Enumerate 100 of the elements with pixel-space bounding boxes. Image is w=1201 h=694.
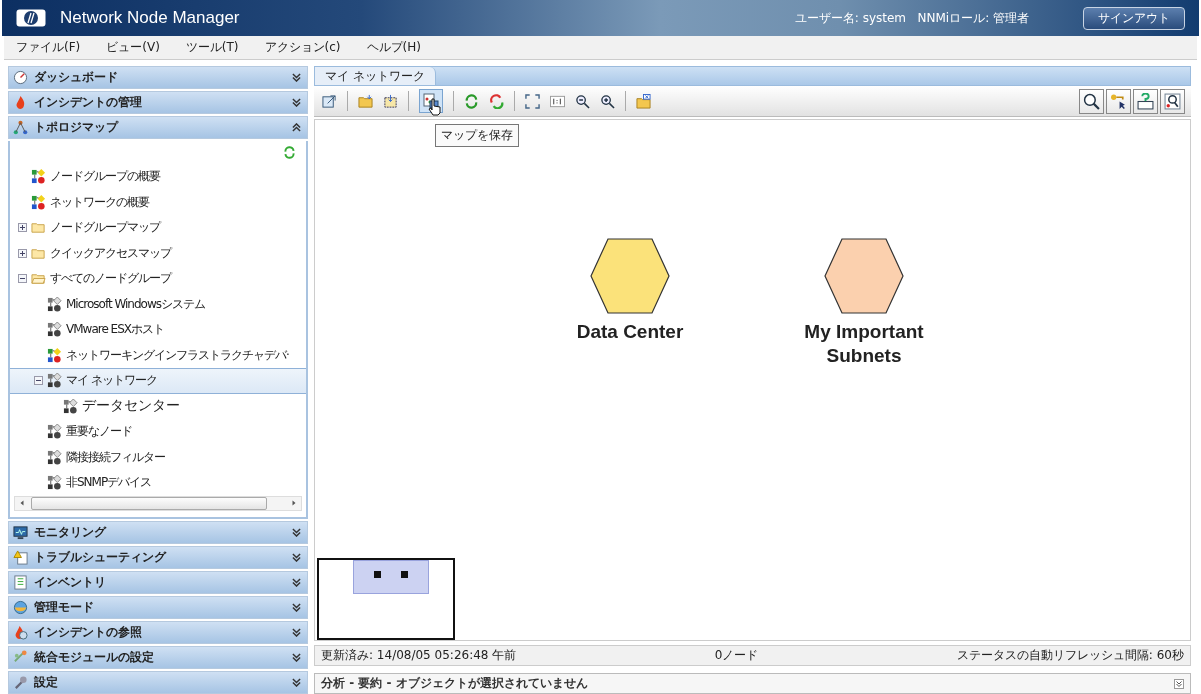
node-group-hexagon[interactable] bbox=[824, 238, 904, 314]
menu-item[interactable]: ヘルプ(H) bbox=[366, 39, 421, 56]
accordion-header[interactable]: 統合モジュールの設定 bbox=[8, 646, 308, 669]
user-info: ユーザー名: system NNMiロール: 管理者 bbox=[794, 9, 1029, 27]
tree-item-label: ネットワークの概要 bbox=[50, 193, 149, 211]
close-folder-icon[interactable] bbox=[636, 93, 651, 109]
list-document-icon bbox=[13, 575, 28, 590]
tree-item-label: 重要なノード bbox=[66, 423, 132, 441]
folder-icon bbox=[31, 220, 46, 236]
menu-item[interactable]: ファイル(F) bbox=[16, 39, 81, 56]
expand-chevron-icon[interactable] bbox=[292, 603, 301, 612]
accordion-header[interactable]: 設定 bbox=[8, 671, 308, 694]
find-node-icon bbox=[1164, 92, 1181, 110]
sign-out-button[interactable]: サインアウト bbox=[1083, 6, 1185, 30]
wrench-icon bbox=[13, 675, 28, 690]
search-button[interactable] bbox=[1079, 88, 1104, 114]
expand-chevron-icon[interactable] bbox=[1174, 678, 1184, 689]
accordion-header[interactable]: インシデントの管理 bbox=[8, 91, 308, 114]
accordion-header[interactable]: インベントリ bbox=[8, 571, 308, 594]
node-group-map-icon bbox=[47, 347, 62, 363]
map-overview-drawing[interactable] bbox=[317, 558, 455, 640]
menu-item[interactable]: ビュー(V) bbox=[106, 39, 160, 56]
tree-item[interactable]: 隣接接続フィルター bbox=[10, 444, 306, 471]
expand-toggle-icon[interactable] bbox=[18, 223, 27, 233]
zoom-out-icon[interactable] bbox=[575, 93, 590, 109]
collapse-toggle-icon[interactable] bbox=[18, 274, 27, 284]
collapse-chevron-icon[interactable] bbox=[292, 123, 301, 132]
accordion-header[interactable]: インシデントの参照 bbox=[8, 621, 308, 644]
plug-icon bbox=[13, 650, 28, 665]
expand-chevron-icon[interactable] bbox=[292, 653, 301, 662]
menu-item[interactable]: アクション(c) bbox=[264, 39, 341, 56]
folder-icon[interactable] bbox=[358, 93, 373, 109]
node-group-map-icon bbox=[47, 424, 62, 440]
scroll-right-arrow-icon[interactable] bbox=[290, 499, 298, 508]
scroll-left-arrow-icon[interactable] bbox=[18, 499, 26, 508]
accordion-header[interactable]: トラブルシューティング bbox=[8, 546, 308, 569]
tree-item-label: ノードグループマップ bbox=[50, 219, 160, 237]
monitor-icon bbox=[13, 525, 28, 540]
actual-size-icon[interactable] bbox=[550, 93, 565, 109]
tree-item[interactable]: クイックアクセスマップ bbox=[10, 240, 306, 267]
tree-item[interactable]: 重要なノード bbox=[10, 419, 306, 445]
section-title: 管理モード bbox=[34, 599, 94, 616]
node-group-map-icon bbox=[63, 398, 78, 414]
analysis-pane-header[interactable]: 分析 - 要約 - オブジェクトが選択されていません bbox=[314, 673, 1191, 694]
help-button[interactable] bbox=[1133, 88, 1158, 114]
map-tab[interactable]: マイ ネットワーク bbox=[315, 67, 436, 85]
find-node-button[interactable] bbox=[1160, 88, 1185, 114]
tree-item[interactable]: ノードグループマップ bbox=[10, 215, 306, 241]
section-title: インベントリ bbox=[34, 574, 106, 591]
node-label: Data Center bbox=[575, 320, 685, 344]
expand-chevron-icon[interactable] bbox=[292, 73, 301, 82]
accordion-header[interactable]: モニタリング bbox=[8, 521, 308, 544]
fit-to-window-icon[interactable] bbox=[525, 93, 540, 109]
expand-chevron-icon[interactable] bbox=[292, 628, 301, 637]
tree-item[interactable]: 非SNMPデバイス bbox=[10, 470, 306, 496]
node-group-hexagon[interactable] bbox=[590, 238, 670, 314]
analysis-pane-title: 分析 - 要約 - オブジェクトが選択されていません bbox=[321, 675, 588, 692]
section-title: トポロジマップ bbox=[34, 119, 118, 136]
reset-layout-icon[interactable] bbox=[489, 93, 504, 109]
frame-icon[interactable] bbox=[383, 93, 398, 109]
section-title: インシデントの管理 bbox=[34, 94, 142, 111]
node-group-map-icon bbox=[47, 322, 62, 338]
open-window-icon[interactable] bbox=[322, 93, 337, 109]
tree-item[interactable]: ネットワークの概要 bbox=[10, 189, 306, 216]
menu-item[interactable]: ツール(T) bbox=[185, 39, 239, 56]
node-group-map-icon bbox=[31, 194, 46, 210]
zoom-in-icon[interactable] bbox=[600, 93, 615, 109]
refresh-icon[interactable] bbox=[464, 93, 479, 109]
accordion-header[interactable]: 管理モード bbox=[8, 596, 308, 619]
section-title: モニタリング bbox=[34, 524, 106, 541]
collapse-toggle-icon[interactable] bbox=[34, 376, 43, 386]
node-group-map-icon bbox=[31, 169, 46, 185]
node-count: 0ノード bbox=[714, 647, 759, 664]
expand-chevron-icon[interactable] bbox=[292, 678, 301, 687]
expand-chevron-icon[interactable] bbox=[292, 578, 301, 587]
expand-chevron-icon[interactable] bbox=[292, 528, 301, 537]
node-group-map-icon bbox=[47, 475, 62, 491]
globe-icon bbox=[13, 600, 28, 615]
refresh-icon[interactable] bbox=[283, 146, 296, 160]
accordion-header[interactable]: ダッシュボード bbox=[8, 66, 308, 89]
tree-item-label: VMware ESXホスト bbox=[66, 321, 165, 339]
tree-item[interactable]: ノードグループの概要 bbox=[10, 164, 306, 190]
tree-item[interactable]: すべてのノードグループ bbox=[10, 266, 306, 292]
tree-item[interactable]: Microsoft Windowsシステム bbox=[10, 291, 306, 318]
tree-item-label: 非SNMPデバイス bbox=[66, 474, 152, 492]
expand-toggle-icon[interactable] bbox=[18, 248, 27, 258]
expand-chevron-icon[interactable] bbox=[292, 553, 301, 562]
accordion-header[interactable]: トポロジマップ bbox=[8, 116, 308, 139]
key-pointer-button[interactable] bbox=[1106, 88, 1131, 114]
topology-icon bbox=[13, 120, 28, 135]
tree-item[interactable]: ネットワーキングインフラストラクチャデバ· bbox=[10, 342, 306, 369]
node-label: My Important Subnets bbox=[803, 320, 925, 368]
tree-item[interactable]: マイ ネットワーク bbox=[10, 368, 306, 394]
open-folder-icon bbox=[31, 271, 46, 287]
section-title: 設定 bbox=[34, 674, 58, 691]
horizontal-scrollbar[interactable] bbox=[14, 495, 302, 511]
expand-chevron-icon[interactable] bbox=[292, 98, 301, 107]
tree-item[interactable]: データセンター bbox=[10, 393, 306, 420]
search-icon bbox=[1083, 92, 1100, 110]
tree-item[interactable]: VMware ESXホスト bbox=[10, 317, 306, 343]
